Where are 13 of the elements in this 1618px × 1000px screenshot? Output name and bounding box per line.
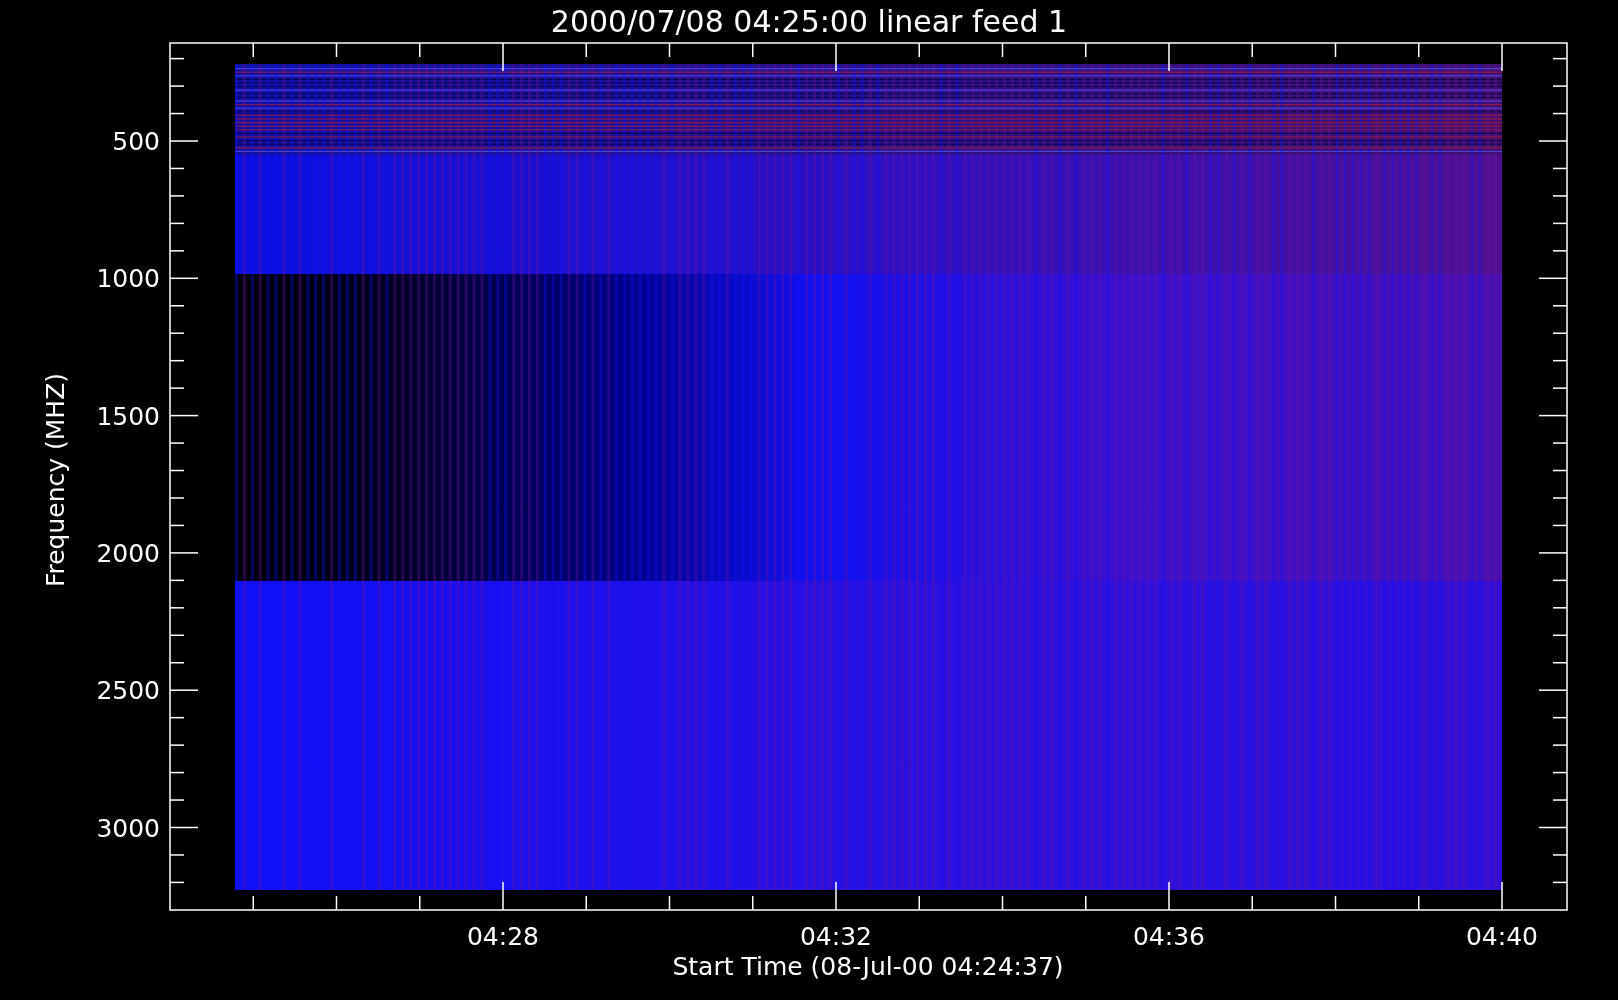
y-tick-label: 1000 <box>96 264 160 294</box>
x-tick-label: 04:32 <box>800 922 872 951</box>
y-tick-label: 2500 <box>96 676 160 706</box>
chart-title: 2000/07/08 04:25:00 linear feed 1 <box>550 4 1068 39</box>
x-tick-label: 04:40 <box>1466 922 1538 951</box>
y-axis-label: Frequency (MHZ) <box>41 372 70 588</box>
x-tick-label: 04:36 <box>1133 922 1205 951</box>
y-tick-label: 2000 <box>96 538 160 568</box>
x-tick-label: 04:28 <box>467 922 539 951</box>
y-tick-label: 500 <box>112 127 160 156</box>
y-tick-label: 3000 <box>96 813 160 843</box>
x-axis-label: Start Time (08-Jul-00 04:24:37) <box>672 952 1064 981</box>
y-tick-label: 1500 <box>96 401 160 431</box>
